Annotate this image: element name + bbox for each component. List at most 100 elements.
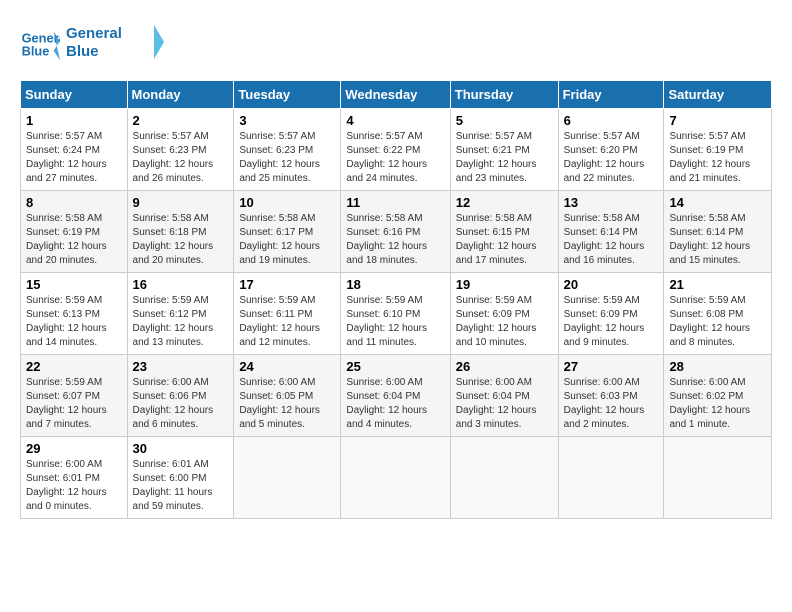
col-header-tuesday: Tuesday (234, 81, 341, 109)
day-number: 7 (669, 113, 766, 128)
day-cell: 21 Sunrise: 5:59 AM Sunset: 6:08 PM Dayli… (664, 273, 772, 355)
day-cell: 7 Sunrise: 5:57 AM Sunset: 6:19 PM Daylig… (664, 109, 772, 191)
day-number: 27 (564, 359, 659, 374)
day-cell: 15Sunrise: 5:59 AM Sunset: 6:13 PM Dayli… (21, 273, 128, 355)
day-number: 14 (669, 195, 766, 210)
day-cell: 22 Sunrise: 5:59 AM Sunset: 6:07 PM Dayli… (21, 355, 128, 437)
day-cell: 4 Sunrise: 5:57 AM Sunset: 6:22 PM Daylig… (341, 109, 450, 191)
day-info: Sunrise: 5:57 AM Sunset: 6:20 PM Dayligh… (564, 130, 659, 186)
col-header-wednesday: Wednesday (341, 81, 450, 109)
day-info: Sunrise: 5:59 AM Sunset: 6:08 PM Dayligh… (669, 294, 766, 350)
day-cell: 13Sunrise: 5:58 AM Sunset: 6:14 PM Dayli… (558, 191, 664, 273)
svg-text:Blue: Blue (22, 43, 50, 58)
day-info: Sunrise: 6:01 AM Sunset: 6:00 PM Dayligh… (133, 458, 229, 514)
day-cell: 24 Sunrise: 6:00 AM Sunset: 6:05 PM Dayli… (234, 355, 341, 437)
day-info: Sunrise: 6:00 AM Sunset: 6:03 PM Dayligh… (564, 376, 659, 432)
svg-text:General: General (66, 25, 122, 42)
day-number: 18 (346, 277, 444, 292)
day-cell: 27 Sunrise: 6:00 AM Sunset: 6:03 PM Dayli… (558, 355, 664, 437)
day-cell: 12Sunrise: 5:58 AM Sunset: 6:15 PM Dayli… (450, 191, 558, 273)
day-cell (450, 437, 558, 519)
day-info: Sunrise: 5:59 AM Sunset: 6:09 PM Dayligh… (564, 294, 659, 350)
logo: General Blue General Blue (20, 20, 166, 70)
logo-svg: General Blue (66, 20, 166, 65)
col-header-friday: Friday (558, 81, 664, 109)
day-number: 10 (239, 195, 335, 210)
day-cell: 2Sunrise: 5:57 AM Sunset: 6:23 PM Daylig… (127, 109, 234, 191)
day-cell (234, 437, 341, 519)
day-cell: 16 Sunrise: 5:59 AM Sunset: 6:12 PM Dayli… (127, 273, 234, 355)
day-cell: 20 Sunrise: 5:59 AM Sunset: 6:09 PM Dayli… (558, 273, 664, 355)
day-info: Sunrise: 5:58 AM Sunset: 6:14 PM Dayligh… (669, 212, 766, 268)
day-number: 3 (239, 113, 335, 128)
day-info: Sunrise: 5:57 AM Sunset: 6:19 PM Dayligh… (669, 130, 766, 186)
day-info: Sunrise: 5:59 AM Sunset: 6:09 PM Dayligh… (456, 294, 553, 350)
week-row-1: 1 Sunrise: 5:57 AM Sunset: 6:24 PM Daylig… (21, 109, 772, 191)
day-number: 29 (26, 441, 122, 456)
day-number: 12 (456, 195, 553, 210)
day-number: 1 (26, 113, 122, 128)
day-info: Sunrise: 6:00 AM Sunset: 6:04 PM Dayligh… (456, 376, 553, 432)
day-info: Sunrise: 6:00 AM Sunset: 6:06 PM Dayligh… (133, 376, 229, 432)
day-cell: 8Sunrise: 5:58 AM Sunset: 6:19 PM Daylig… (21, 191, 128, 273)
day-info: Sunrise: 5:58 AM Sunset: 6:19 PM Dayligh… (26, 212, 122, 268)
week-row-5: 29Sunrise: 6:00 AM Sunset: 6:01 PM Dayli… (21, 437, 772, 519)
day-info: Sunrise: 5:57 AM Sunset: 6:21 PM Dayligh… (456, 130, 553, 186)
day-number: 2 (133, 113, 229, 128)
day-number: 11 (346, 195, 444, 210)
day-number: 9 (133, 195, 229, 210)
day-cell: 29Sunrise: 6:00 AM Sunset: 6:01 PM Dayli… (21, 437, 128, 519)
day-info: Sunrise: 5:57 AM Sunset: 6:24 PM Dayligh… (26, 130, 122, 186)
day-cell (664, 437, 772, 519)
week-row-4: 22 Sunrise: 5:59 AM Sunset: 6:07 PM Dayli… (21, 355, 772, 437)
day-number: 28 (669, 359, 766, 374)
day-cell: 17 Sunrise: 5:59 AM Sunset: 6:11 PM Dayli… (234, 273, 341, 355)
day-info: Sunrise: 5:59 AM Sunset: 6:07 PM Dayligh… (26, 376, 122, 432)
day-cell: 1 Sunrise: 5:57 AM Sunset: 6:24 PM Daylig… (21, 109, 128, 191)
week-row-2: 8Sunrise: 5:58 AM Sunset: 6:19 PM Daylig… (21, 191, 772, 273)
day-number: 26 (456, 359, 553, 374)
day-cell: 19Sunrise: 5:59 AM Sunset: 6:09 PM Dayli… (450, 273, 558, 355)
week-row-3: 15Sunrise: 5:59 AM Sunset: 6:13 PM Dayli… (21, 273, 772, 355)
day-cell: 25Sunrise: 6:00 AM Sunset: 6:04 PM Dayli… (341, 355, 450, 437)
day-info: Sunrise: 5:58 AM Sunset: 6:16 PM Dayligh… (346, 212, 444, 268)
day-number: 24 (239, 359, 335, 374)
day-info: Sunrise: 5:57 AM Sunset: 6:22 PM Dayligh… (346, 130, 444, 186)
day-number: 21 (669, 277, 766, 292)
day-number: 23 (133, 359, 229, 374)
day-cell (558, 437, 664, 519)
calendar-table: SundayMondayTuesdayWednesdayThursdayFrid… (20, 80, 772, 519)
day-number: 6 (564, 113, 659, 128)
day-cell: 9Sunrise: 5:58 AM Sunset: 6:18 PM Daylig… (127, 191, 234, 273)
day-info: Sunrise: 5:59 AM Sunset: 6:13 PM Dayligh… (26, 294, 122, 350)
day-number: 4 (346, 113, 444, 128)
day-number: 5 (456, 113, 553, 128)
day-cell: 30Sunrise: 6:01 AM Sunset: 6:00 PM Dayli… (127, 437, 234, 519)
day-cell: 5 Sunrise: 5:57 AM Sunset: 6:21 PM Daylig… (450, 109, 558, 191)
day-number: 22 (26, 359, 122, 374)
day-cell: 10 Sunrise: 5:58 AM Sunset: 6:17 PM Dayli… (234, 191, 341, 273)
col-header-monday: Monday (127, 81, 234, 109)
day-cell: 18Sunrise: 5:59 AM Sunset: 6:10 PM Dayli… (341, 273, 450, 355)
day-cell: 23 Sunrise: 6:00 AM Sunset: 6:06 PM Dayli… (127, 355, 234, 437)
logo-icon: General Blue (20, 25, 60, 65)
col-header-thursday: Thursday (450, 81, 558, 109)
col-header-sunday: Sunday (21, 81, 128, 109)
col-header-saturday: Saturday (664, 81, 772, 109)
day-number: 20 (564, 277, 659, 292)
day-number: 17 (239, 277, 335, 292)
day-cell (341, 437, 450, 519)
day-info: Sunrise: 6:00 AM Sunset: 6:04 PM Dayligh… (346, 376, 444, 432)
day-info: Sunrise: 5:59 AM Sunset: 6:11 PM Dayligh… (239, 294, 335, 350)
day-cell: 26 Sunrise: 6:00 AM Sunset: 6:04 PM Dayli… (450, 355, 558, 437)
day-info: Sunrise: 5:58 AM Sunset: 6:17 PM Dayligh… (239, 212, 335, 268)
day-info: Sunrise: 5:59 AM Sunset: 6:12 PM Dayligh… (133, 294, 229, 350)
day-cell: 6 Sunrise: 5:57 AM Sunset: 6:20 PM Daylig… (558, 109, 664, 191)
day-info: Sunrise: 5:57 AM Sunset: 6:23 PM Dayligh… (239, 130, 335, 186)
day-number: 13 (564, 195, 659, 210)
day-number: 16 (133, 277, 229, 292)
page-header: General Blue General Blue (20, 20, 772, 70)
day-info: Sunrise: 6:00 AM Sunset: 6:05 PM Dayligh… (239, 376, 335, 432)
day-info: Sunrise: 6:00 AM Sunset: 6:02 PM Dayligh… (669, 376, 766, 432)
svg-text:Blue: Blue (66, 43, 99, 60)
